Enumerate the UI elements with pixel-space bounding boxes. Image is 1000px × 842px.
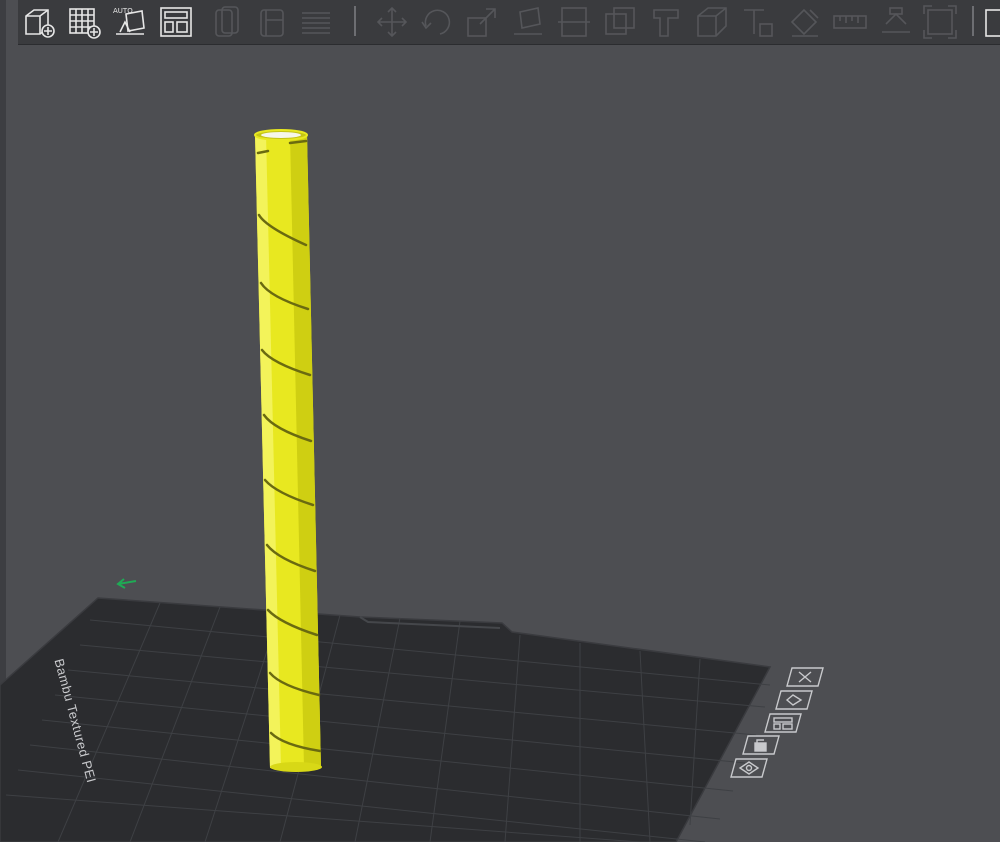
- 3d-viewport[interactable]: Bambu Textured PEI: [0, 45, 1000, 842]
- scale-icon[interactable]: [464, 4, 500, 40]
- plate-settings-icon[interactable]: [730, 758, 768, 778]
- arrange-icon[interactable]: [158, 4, 194, 40]
- color-paint-icon[interactable]: [786, 4, 822, 40]
- split-objects-icon[interactable]: [210, 4, 246, 40]
- lock-plate-icon[interactable]: [742, 735, 780, 755]
- boolean-icon[interactable]: [602, 4, 638, 40]
- lay-on-face-icon[interactable]: [510, 4, 546, 40]
- move-icon[interactable]: [374, 4, 410, 40]
- close-plate-icon[interactable]: [786, 667, 824, 687]
- toolbar-separator: [354, 6, 356, 36]
- toolbar-overflow-icon[interactable]: [982, 4, 1000, 40]
- add-plate-icon[interactable]: [66, 4, 102, 40]
- add-model-icon[interactable]: [20, 4, 56, 40]
- auto-orient-plate-icon[interactable]: [775, 690, 813, 710]
- toolbar-separator: [972, 6, 974, 36]
- rotate-icon[interactable]: [418, 4, 454, 40]
- measure-icon[interactable]: [832, 4, 868, 40]
- text-icon[interactable]: [740, 4, 776, 40]
- cut-icon[interactable]: [556, 4, 592, 40]
- top-toolbar: AUTO: [18, 0, 1000, 45]
- axis-gizmo-icon: [116, 578, 137, 589]
- variable-layer-icon[interactable]: [298, 4, 334, 40]
- split-parts-icon[interactable]: [256, 4, 292, 40]
- fit-view-icon[interactable]: [922, 4, 958, 40]
- build-plate[interactable]: [0, 597, 772, 842]
- support-paint-icon[interactable]: [648, 4, 684, 40]
- arrange-plate-icon[interactable]: [764, 713, 802, 733]
- assembly-icon[interactable]: [878, 4, 914, 40]
- auto-orient-icon[interactable]: AUTO: [112, 4, 148, 40]
- seam-paint-icon[interactable]: [694, 4, 730, 40]
